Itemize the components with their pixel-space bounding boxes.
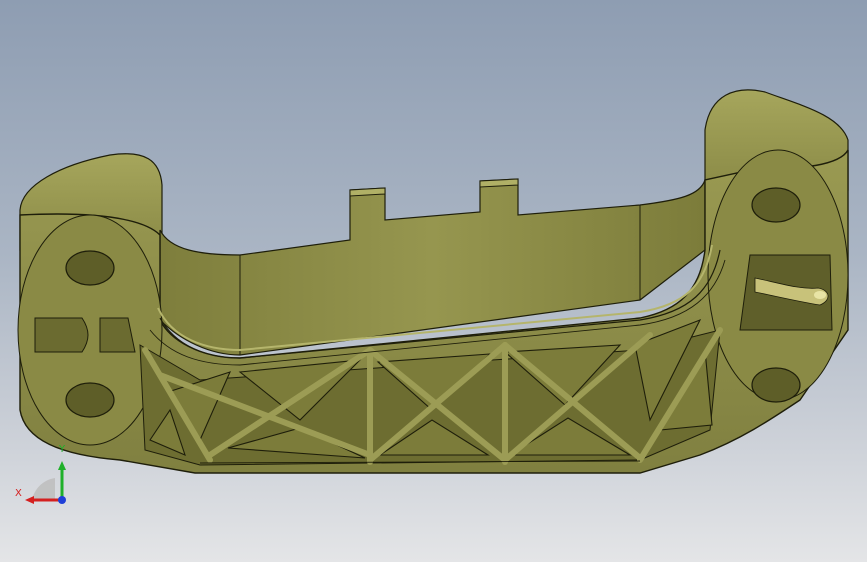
x-axis-label: X [15,488,22,499]
triad-plane [32,478,55,500]
z-axis-dot [58,496,66,504]
cad-viewport[interactable]: X Y [0,0,867,562]
y-axis-label: Y [58,444,66,455]
axis-triad[interactable]: X Y [0,0,867,562]
y-axis-arrow [58,461,66,470]
x-axis-arrow [25,496,34,504]
